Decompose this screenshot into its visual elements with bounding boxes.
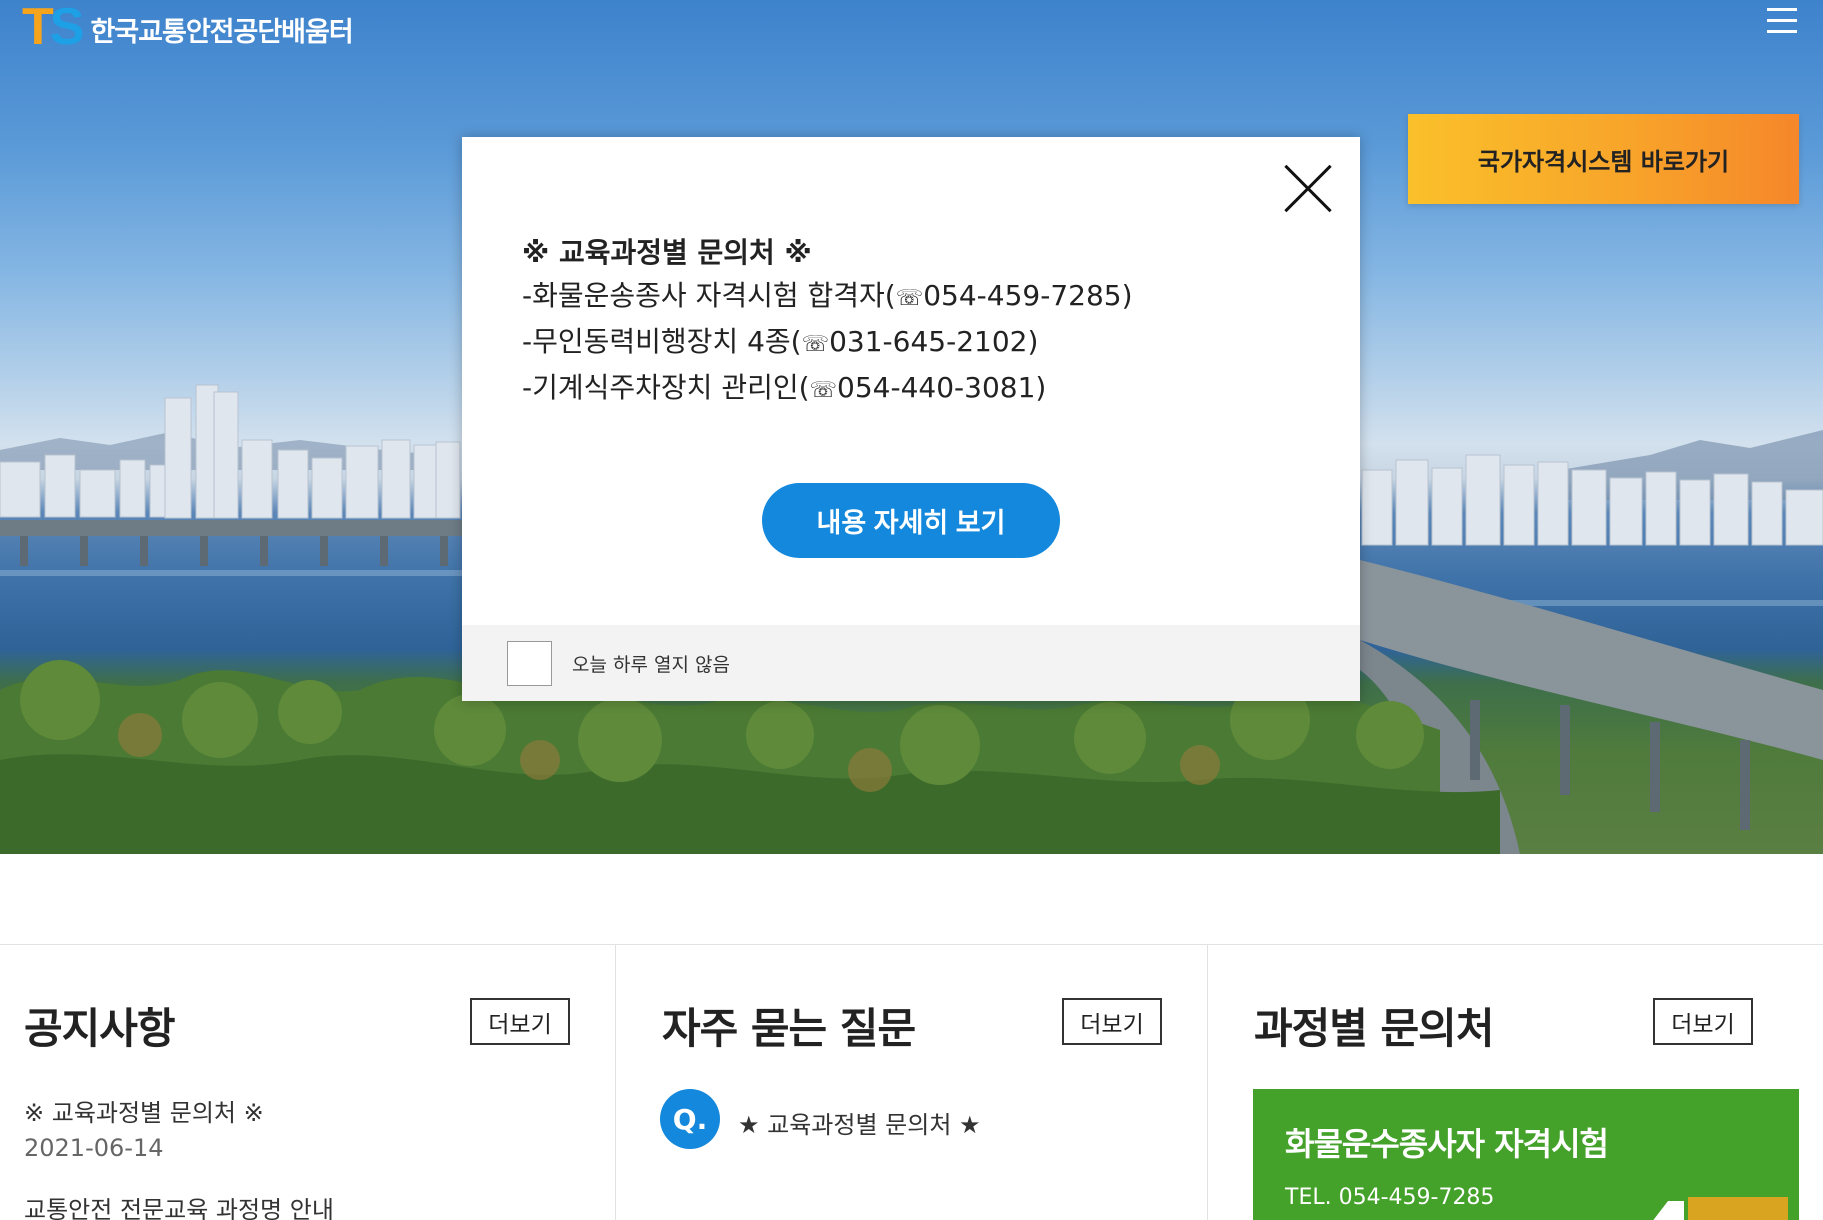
menu-bar	[1767, 19, 1797, 22]
logo-mark-t: T	[22, 0, 54, 56]
notice-item-title[interactable]: ※ 교육과정별 문의처 ※	[24, 1093, 264, 1128]
menu-bar	[1767, 8, 1797, 11]
phone-icon: ☏	[801, 332, 830, 357]
popup-line-text: -무인동력비행장치 4종(	[522, 325, 802, 358]
popup-line-phone: 054-440-3081)	[837, 371, 1047, 404]
popup-title: ※ 교육과정별 문의처 ※	[522, 236, 812, 269]
phone-icon: ☏	[895, 286, 924, 311]
site-logo[interactable]: TS 한국교통안전공단배움터	[22, 1, 354, 53]
dont-show-today-label[interactable]: 오늘 하루 열지 않음	[572, 650, 730, 677]
popup-line-phone: 031-645-2102)	[829, 325, 1039, 358]
contact-card-cargo-exam[interactable]: 화물운수종사자 자격시험 TEL. 054-459-7285	[1253, 1089, 1799, 1220]
hamburger-menu-icon[interactable]	[1767, 8, 1799, 38]
contact-card-title: 화물운수종사자 자격시험	[1285, 1125, 1609, 1163]
popup-line: -화물운송종사 자격시험 합격자(☏054-459-7285)	[522, 274, 1133, 320]
popup-line-phone: 054-459-7285)	[923, 279, 1133, 312]
popup-footer: 오늘 하루 열지 않음	[462, 625, 1360, 701]
menu-bar	[1767, 30, 1797, 33]
popup-line: -무인동력비행장치 4종(☏031-645-2102)	[522, 320, 1133, 366]
dont-show-today-checkbox[interactable]	[507, 640, 552, 686]
faq-more-button[interactable]: 더보기	[1062, 998, 1162, 1045]
contact-card-tel: TEL. 054-459-7285	[1285, 1185, 1495, 1210]
national-qualification-system-button[interactable]: 국가자격시스템 바로가기	[1408, 114, 1799, 204]
section-divider	[0, 944, 1823, 945]
faq-title: 자주 묻는 질문	[662, 1004, 916, 1053]
column-divider	[615, 945, 616, 1220]
notice-item-date: 2021-06-14	[24, 1134, 164, 1162]
truck-icon	[1653, 1197, 1788, 1220]
popup-line: -기계식주차장치 관리인(☏054-440-3081)	[522, 366, 1133, 412]
faq-item-title[interactable]: ★ 교육과정별 문의처 ★	[738, 1105, 981, 1140]
phone-icon: ☏	[809, 378, 838, 403]
popup-content: ※ 교육과정별 문의처 ※ -화물운송종사 자격시험 합격자(☏054-459-…	[522, 231, 1133, 412]
contacts-title: 과정별 문의처	[1254, 1004, 1494, 1053]
notice-more-button[interactable]: 더보기	[470, 998, 570, 1045]
logo-mark-s: S	[49, 0, 85, 56]
close-icon[interactable]	[1284, 165, 1332, 213]
notice-title: 공지사항	[24, 1004, 176, 1053]
faq-question-badge: Q.	[660, 1089, 720, 1149]
view-details-button[interactable]: 내용 자세히 보기	[762, 483, 1060, 558]
ts-logo-mark: TS	[22, 1, 84, 53]
contacts-more-button[interactable]: 더보기	[1653, 998, 1753, 1045]
notice-item-title[interactable]: 교통안전 전문교육 과정명 안내	[24, 1190, 334, 1220]
popup-line-text: -기계식주차장치 관리인(	[522, 371, 810, 404]
logo-text: 한국교통안전공단배움터	[90, 17, 353, 48]
popup-line-text: -화물운송종사 자격시험 합격자(	[522, 279, 896, 312]
notice-popup: ※ 교육과정별 문의처 ※ -화물운송종사 자격시험 합격자(☏054-459-…	[462, 137, 1360, 701]
column-divider	[1207, 945, 1208, 1220]
